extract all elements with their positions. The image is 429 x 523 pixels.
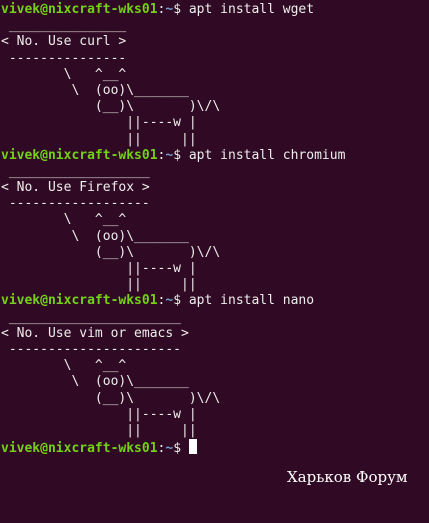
output-line: || ||	[1, 277, 197, 293]
output-line: (__)\ )\/\	[1, 390, 221, 406]
output-line: ||----w |	[1, 406, 197, 422]
output-line: < No. Use Firefox >	[1, 180, 150, 196]
output-line: ---------------	[1, 50, 127, 66]
output-line: \ ^__^	[1, 212, 127, 228]
text-cursor	[188, 439, 197, 455]
output-line: < No. Use curl >	[1, 34, 127, 50]
watermark: Харьков Форум	[287, 468, 408, 486]
prompt-line: vivek@nixcraft-wks01:~$ apt install nano	[1, 293, 429, 309]
prompt-user-host: vivek@nixcraft-wks01	[1, 293, 158, 309]
prompt-symbol: $	[173, 147, 189, 163]
output-line: ||----w |	[1, 115, 197, 131]
prompt-user-host: vivek@nixcraft-wks01	[1, 147, 158, 163]
prompt-line: vivek@nixcraft-wks01:~$ apt install chro…	[1, 148, 429, 164]
prompt-line: vivek@nixcraft-wks01:~$ apt install wget	[1, 2, 429, 18]
terminal-window[interactable]: vivek@nixcraft-wks01:~$ apt install wget…	[0, 0, 429, 523]
output-line: (__)\ )\/\	[1, 244, 221, 260]
output-line: \ (oo)\_______	[1, 82, 189, 98]
output-line: < No. Use vim or emacs >	[1, 325, 189, 341]
command-text: apt install chromium	[188, 147, 346, 163]
output-line: ||----w |	[1, 261, 197, 276]
output-line: || ||	[1, 131, 197, 147]
output-line: ----------------------	[1, 341, 182, 357]
prompt-user-host: vivek@nixcraft-wks01	[1, 2, 158, 17]
output-line: ------------------	[1, 196, 150, 212]
output-line: || ||	[1, 422, 197, 438]
prompt-symbol: $	[173, 441, 189, 456]
prompt-symbol: $	[173, 2, 189, 17]
command-text: apt install nano	[188, 293, 315, 309]
output-line: __________________	[1, 163, 150, 179]
output-line: \ (oo)\_______	[1, 374, 189, 390]
output-line: \ ^__^	[1, 358, 127, 374]
output-line: ______________________	[1, 309, 182, 325]
output-line: _______________	[1, 18, 127, 34]
prompt-symbol: $	[173, 293, 189, 309]
prompt-user-host: vivek@nixcraft-wks01	[1, 441, 158, 456]
output-line: (__)\ )\/\	[1, 99, 221, 115]
prompt-line-active[interactable]: vivek@nixcraft-wks01:~$	[1, 439, 429, 455]
output-line: \ (oo)\_______	[1, 228, 189, 244]
output-line: \ ^__^	[1, 66, 127, 82]
command-text: apt install wget	[188, 2, 315, 17]
